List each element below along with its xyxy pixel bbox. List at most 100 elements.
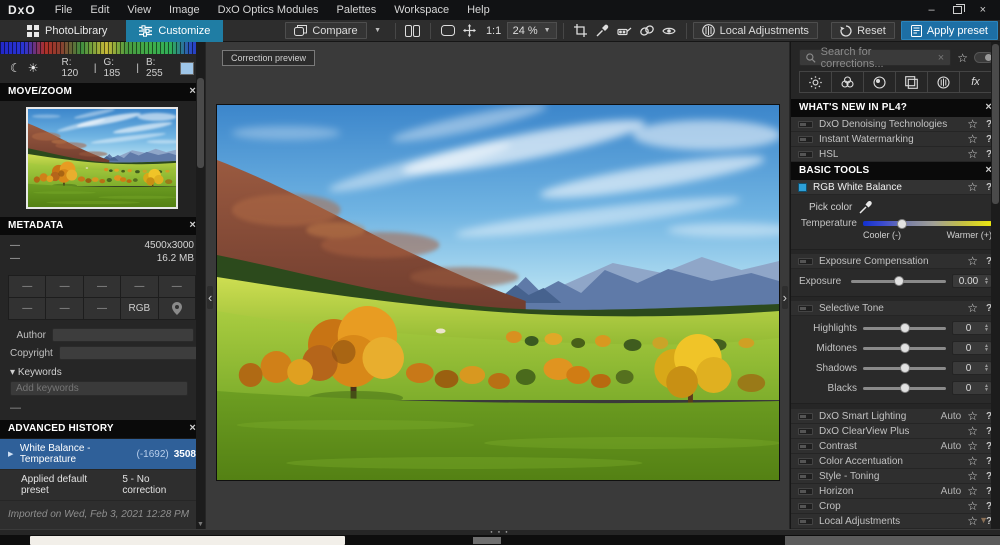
star-icon[interactable]: ☆: [967, 499, 978, 513]
tool-toggle[interactable]: [798, 458, 813, 465]
shadows-spinner[interactable]: 0▲▼: [952, 361, 992, 375]
menu-edit[interactable]: Edit: [81, 4, 118, 16]
slider-handle[interactable]: [894, 276, 904, 286]
slider-handle[interactable]: [900, 363, 910, 373]
category-detail[interactable]: [864, 72, 896, 92]
highlights-slider[interactable]: [863, 327, 946, 330]
spin-down-icon[interactable]: ▼: [984, 281, 989, 285]
slider-handle[interactable]: [900, 383, 910, 393]
tab-photolibrary[interactable]: PhotoLibrary: [14, 20, 120, 42]
tool-color-accentuation[interactable]: Color Accentuation ☆?: [791, 454, 1000, 469]
collapse-right-panel-handle[interactable]: ›: [782, 286, 788, 309]
tool-hsl[interactable]: HSL ☆?: [791, 147, 1000, 162]
tool-contrast[interactable]: Contrast Auto ☆?: [791, 439, 1000, 454]
highlights-spinner[interactable]: 0▲▼: [952, 321, 992, 335]
tool-toggle[interactable]: [798, 503, 813, 510]
star-icon[interactable]: ☆: [967, 180, 978, 194]
tool-horizon[interactable]: Horizon Auto ☆?: [791, 484, 1000, 499]
crop-tool-button[interactable]: [570, 22, 592, 39]
star-icon[interactable]: ☆: [967, 484, 978, 498]
tab-customize[interactable]: Customize: [126, 20, 223, 42]
keywords-toggle[interactable]: ▾ Keywords: [0, 362, 204, 380]
tool-toggle[interactable]: [798, 518, 813, 525]
keywords-input[interactable]: [10, 381, 188, 396]
tool-toggle[interactable]: [798, 473, 813, 480]
apply-preset-button[interactable]: Apply preset: [901, 21, 998, 40]
tool-exposure-compensation[interactable]: Exposure Compensation ☆?: [791, 254, 1000, 269]
blacks-spinner[interactable]: 0▲▼: [952, 381, 992, 395]
tool-smart-lighting[interactable]: DxO Smart Lighting Auto ☆?: [791, 409, 1000, 424]
tool-toggle[interactable]: [798, 136, 813, 143]
collapse-left-panel-handle[interactable]: ‹: [207, 286, 213, 309]
zoom-level-dropdown[interactable]: 24 % ▼: [507, 22, 557, 39]
search-input[interactable]: Search for corrections... ×: [799, 49, 951, 66]
category-geometry[interactable]: [896, 72, 928, 92]
spin-down-icon[interactable]: ▼: [984, 388, 989, 392]
scrollbar-thumb[interactable]: [197, 78, 204, 168]
blacks-slider[interactable]: [863, 387, 946, 390]
star-icon[interactable]: ☆: [967, 147, 978, 161]
tool-local-adjustments[interactable]: Local Adjustments ☆?: [791, 514, 1000, 529]
star-icon[interactable]: ☆: [967, 424, 978, 438]
spin-down-icon[interactable]: ▼: [984, 348, 989, 352]
white-balance-picker-button[interactable]: [592, 22, 614, 39]
menu-file[interactable]: File: [46, 4, 82, 16]
tool-crop[interactable]: Crop ☆?: [791, 499, 1000, 514]
filmstrip-scrollbar-thumb[interactable]: [473, 537, 501, 544]
spot-removal-button[interactable]: [614, 22, 636, 39]
midtones-slider[interactable]: [863, 347, 946, 350]
eyedropper-icon[interactable]: [859, 200, 873, 214]
blacks-clipping-icon[interactable]: ☾: [10, 61, 21, 75]
star-icon[interactable]: ☆: [967, 439, 978, 453]
zoom-1to1-button[interactable]: 1:1: [481, 22, 507, 39]
navigator-thumbnail[interactable]: [26, 107, 178, 209]
scroll-down-arrow[interactable]: ▼: [196, 521, 205, 528]
pan-button[interactable]: [459, 22, 481, 39]
midtones-spinner[interactable]: 0▲▼: [952, 341, 992, 355]
close-button[interactable]: ×: [980, 5, 986, 15]
clear-search-icon[interactable]: ×: [938, 52, 944, 64]
category-effects[interactable]: fx: [960, 72, 991, 92]
scrollbar-thumb[interactable]: [992, 44, 999, 204]
menu-help[interactable]: Help: [458, 4, 499, 16]
tool-clearview[interactable]: DxO ClearView Plus ☆?: [791, 424, 1000, 439]
shadows-slider[interactable]: [863, 367, 946, 370]
tool-style-toning[interactable]: Style - Toning ☆?: [791, 469, 1000, 484]
star-icon[interactable]: ☆: [967, 514, 978, 528]
star-icon[interactable]: ☆: [967, 254, 978, 268]
tool-selective-tone[interactable]: Selective Tone ☆?: [791, 301, 1000, 316]
author-field[interactable]: [52, 328, 194, 342]
tool-toggle[interactable]: [798, 151, 813, 158]
temperature-slider[interactable]: [863, 221, 992, 226]
spin-down-icon[interactable]: ▼: [984, 368, 989, 372]
slider-handle[interactable]: [897, 219, 907, 229]
compare-dropdown[interactable]: ▼: [367, 22, 389, 39]
copyright-field[interactable]: [59, 346, 201, 360]
reset-button[interactable]: Reset: [831, 22, 895, 39]
compare-button[interactable]: Compare: [285, 22, 366, 39]
tool-toggle[interactable]: [798, 305, 813, 312]
favorites-filter-icon[interactable]: ☆: [957, 51, 968, 65]
menu-image[interactable]: Image: [160, 4, 209, 16]
menu-view[interactable]: View: [118, 4, 160, 16]
tool-toggle[interactable]: [798, 488, 813, 495]
expander-icon[interactable]: ▶: [8, 450, 15, 458]
star-icon[interactable]: ☆: [967, 409, 978, 423]
history-item-selected[interactable]: ▶ White Balance - Temperature (-1692) 35…: [0, 439, 204, 470]
left-panel-scrollbar[interactable]: ▼: [196, 42, 205, 529]
exposure-slider[interactable]: [851, 280, 946, 283]
tool-toggle[interactable]: [798, 413, 813, 420]
close-icon[interactable]: ×: [189, 221, 196, 230]
split-view-button[interactable]: [402, 22, 424, 39]
panel-scroll-down-icon[interactable]: ▼: [979, 515, 988, 525]
tool-denoising[interactable]: DxO Denoising Technologies ☆?: [791, 117, 1000, 132]
local-adjustments-button[interactable]: Local Adjustments: [693, 22, 818, 39]
category-color[interactable]: [832, 72, 864, 92]
fit-view-button[interactable]: [437, 22, 459, 39]
category-local-adjustments[interactable]: [928, 72, 960, 92]
star-icon[interactable]: ☆: [967, 132, 978, 146]
filmstrip-thumbnail[interactable]: [30, 536, 345, 545]
geolocation-cell[interactable]: [159, 298, 195, 319]
anchor-link-button[interactable]: [636, 22, 658, 39]
photo[interactable]: [217, 105, 779, 480]
